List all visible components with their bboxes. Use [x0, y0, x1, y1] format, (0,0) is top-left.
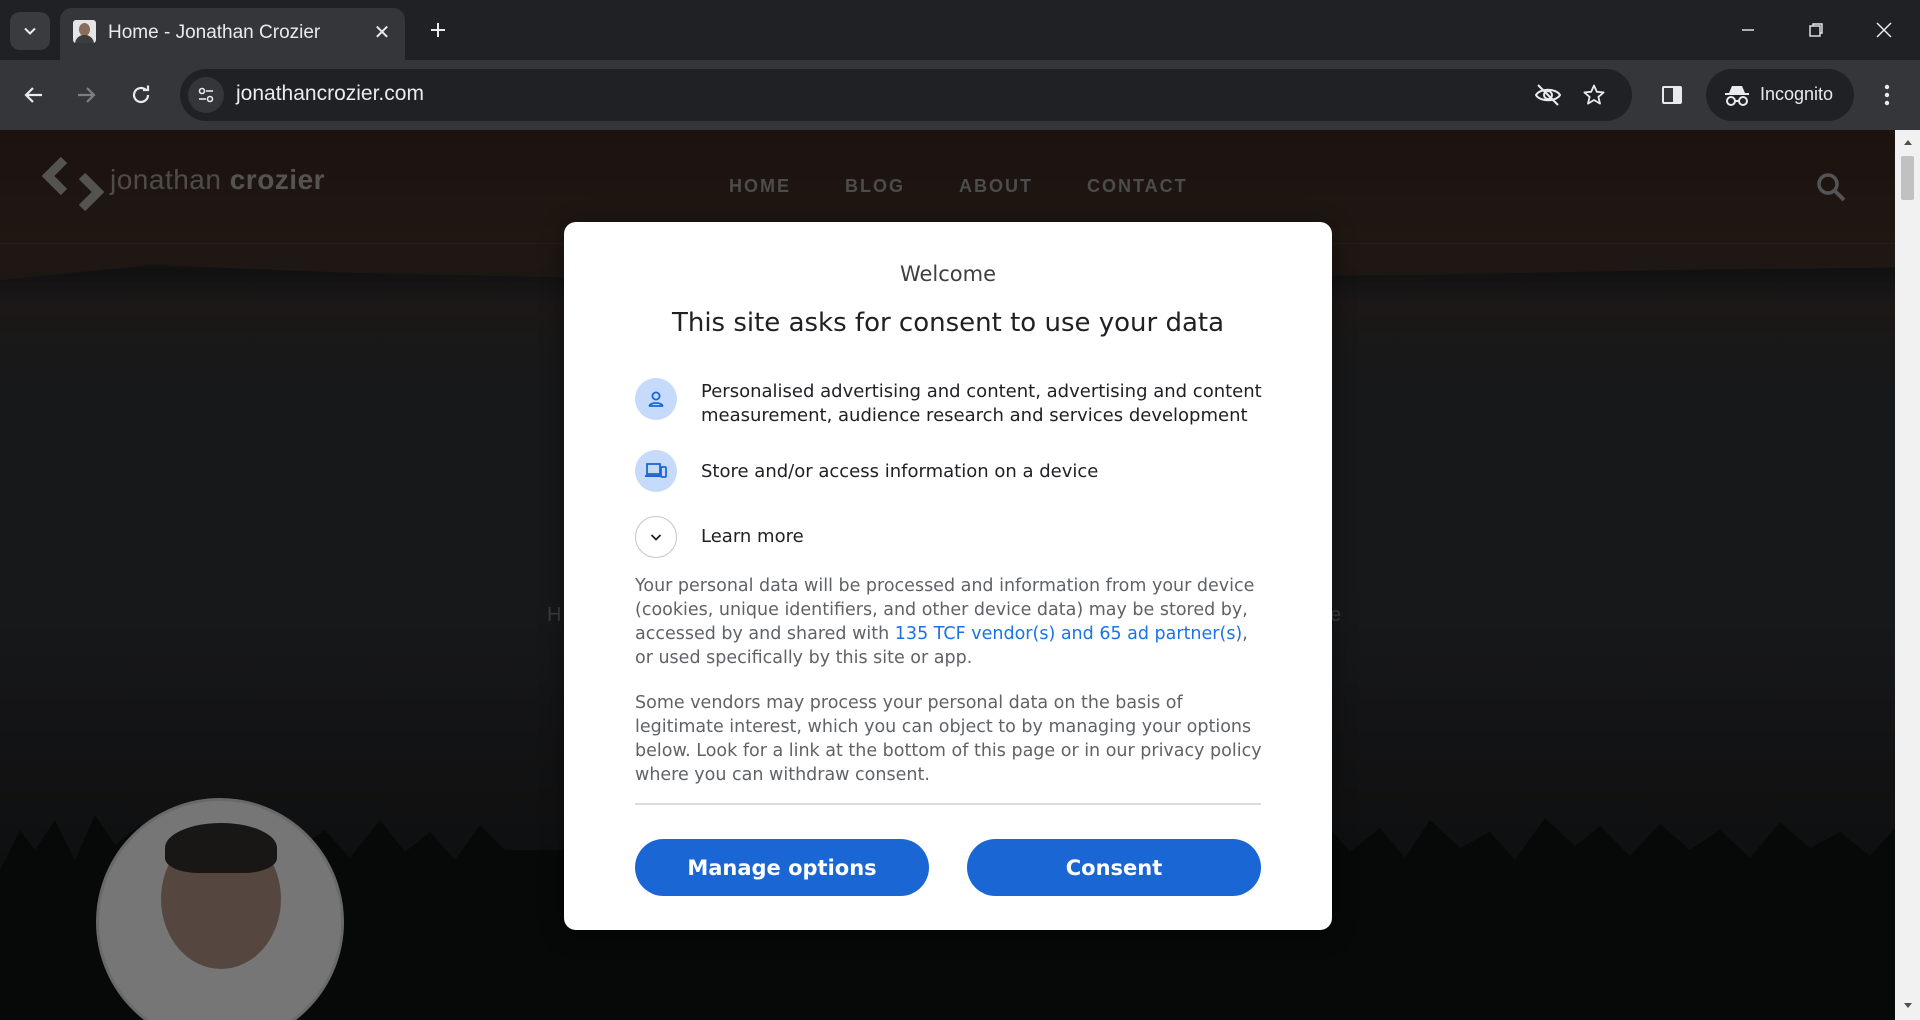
purpose-text: Personalised advertising and content, ad… — [701, 381, 1262, 426]
learn-more-label[interactable]: Learn more — [701, 526, 804, 547]
incognito-label: Incognito — [1760, 84, 1834, 104]
purpose-store-access: Store and/or access information on a dev… — [635, 450, 1275, 492]
scroll-thumb[interactable] — [1901, 156, 1914, 200]
dialog-title: This site asks for consent to use your d… — [671, 308, 1225, 338]
address-bar[interactable]: jonathancrozier.com — [180, 69, 1632, 121]
incognito-icon — [1725, 86, 1749, 106]
star-icon — [1583, 84, 1605, 105]
kebab-menu-icon — [1884, 84, 1890, 106]
purpose-personalised-ads: Personalised advertising and content, ad… — [635, 378, 1275, 432]
person-icon — [648, 391, 664, 407]
new-tab-button[interactable] — [421, 13, 455, 47]
reload-icon — [132, 85, 150, 104]
devices-icon — [645, 463, 667, 478]
triangle-down-icon — [1903, 1003, 1912, 1008]
minimize-button[interactable] — [1728, 10, 1768, 50]
site-info-button[interactable] — [188, 77, 224, 113]
dialog-divider — [635, 803, 1261, 805]
learn-more-toggle[interactable] — [635, 516, 677, 558]
incognito-indicator[interactable]: Incognito — [1706, 69, 1854, 121]
dialog-welcome: Welcome — [899, 262, 997, 286]
legitimate-interest-paragraph: Some vendors may process your personal d… — [635, 693, 1262, 785]
arrow-right-icon — [78, 87, 96, 103]
purpose-icon-bg — [635, 378, 677, 420]
arrow-left-icon — [24, 87, 42, 103]
browser-toolbar: jonathancrozier.com Incognito — [0, 60, 1920, 130]
tracking-protection-button[interactable] — [1532, 79, 1564, 111]
tab-strip: Home - Jonathan Crozier ✕ — [0, 0, 1920, 60]
close-icon — [1876, 22, 1892, 38]
tab-search-button[interactable] — [10, 12, 50, 50]
forward-button[interactable] — [66, 75, 106, 115]
tab-title: Home - Jonathan Crozier — [108, 22, 321, 43]
tune-icon — [198, 87, 214, 103]
url-text[interactable]: jonathancrozier.com — [236, 82, 424, 106]
scroll-down-arrow[interactable] — [1895, 998, 1920, 1014]
tab-favicon — [73, 20, 96, 43]
browser-menu-button[interactable] — [1870, 75, 1904, 115]
manage-options-button[interactable]: Manage options — [635, 839, 929, 896]
chevron-down-icon — [24, 27, 36, 35]
restore-button[interactable] — [1796, 10, 1836, 50]
restore-icon — [1809, 23, 1823, 37]
consent-dialog: Welcome This site asks for consent to us… — [564, 222, 1332, 930]
plus-icon — [431, 23, 445, 37]
consent-button[interactable]: Consent — [967, 839, 1261, 896]
bookmark-button[interactable] — [1578, 79, 1610, 111]
purpose-icon-bg — [635, 450, 677, 492]
active-tab[interactable]: Home - Jonathan Crozier ✕ — [60, 8, 405, 60]
triangle-up-icon — [1903, 140, 1912, 145]
reload-button[interactable] — [121, 75, 161, 115]
page-scrollbar[interactable] — [1895, 130, 1920, 1020]
vendors-link[interactable]: 135 TCF vendor(s) and 65 ad partner(s) — [895, 624, 1242, 644]
tab-close-icon[interactable]: ✕ — [369, 19, 395, 45]
side-panel-icon — [1662, 86, 1682, 104]
minimize-icon — [1742, 29, 1754, 31]
eye-off-icon — [1534, 84, 1562, 106]
scroll-up-arrow[interactable] — [1895, 134, 1920, 150]
back-button[interactable] — [14, 75, 54, 115]
data-processing-paragraph: Your personal data will be processed and… — [635, 574, 1263, 670]
purpose-text: Store and/or access information on a dev… — [701, 461, 1099, 482]
chevron-down-icon — [650, 534, 662, 541]
side-panel-button[interactable] — [1654, 77, 1690, 113]
close-window-button[interactable] — [1864, 10, 1904, 50]
